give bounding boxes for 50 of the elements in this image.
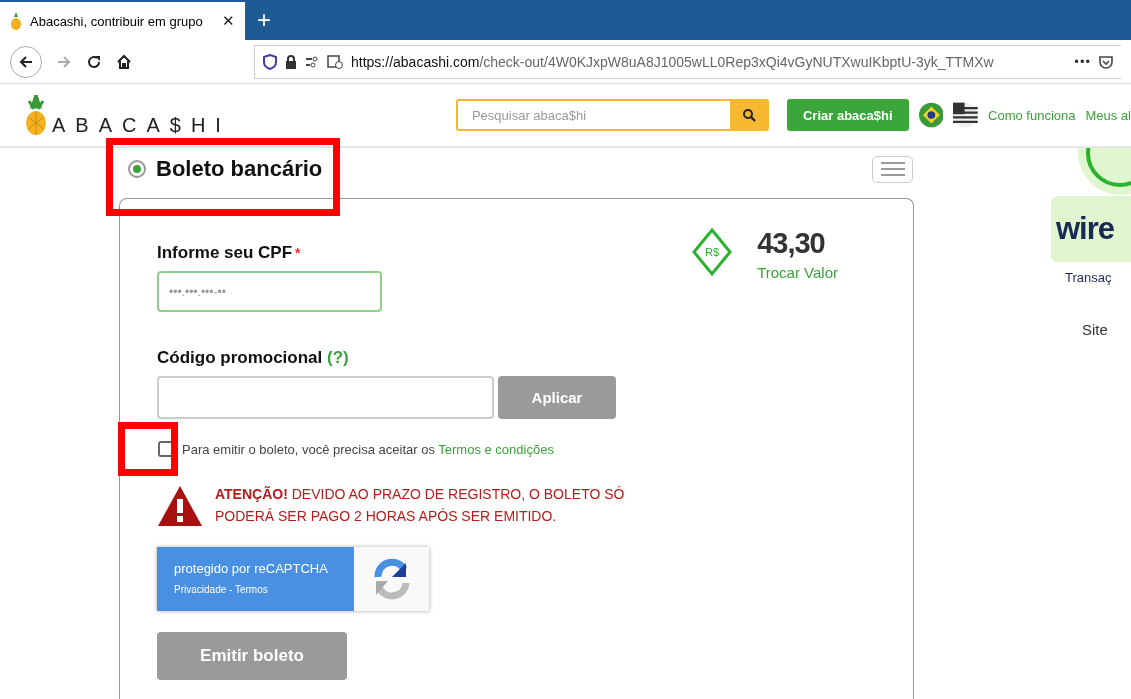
cpf-field[interactable]: •••.•••.•••-••: [157, 271, 382, 312]
field-label: Informe seu CPF: [157, 243, 293, 262]
help-link[interactable]: (?): [327, 348, 349, 367]
browser-tab[interactable]: Abacashi, contribuir em grupo ✕: [0, 2, 245, 40]
recaptcha-links[interactable]: Privacidade - Termos: [174, 584, 354, 595]
warning-icon: [157, 485, 203, 527]
sidebar-text: Site: [1082, 321, 1109, 338]
change-value-link[interactable]: Trocar Valor: [757, 264, 838, 281]
permissions-icon: [305, 55, 319, 68]
terms-text: Para emitir o boleto, você precisa aceitar os Termos e condições: [182, 441, 554, 457]
lock-icon: [285, 54, 297, 69]
partner-logo-text: wire: [1056, 211, 1115, 247]
partner-caption: Transaç: [1065, 270, 1113, 285]
pocket-icon[interactable]: [1099, 54, 1113, 69]
terms-checkbox[interactable]: [158, 441, 174, 457]
menu-icon: [880, 162, 905, 176]
search-icon: [742, 108, 757, 122]
pineapple-icon: [10, 12, 22, 30]
address-bar[interactable]: https://abacashi.com/check-out/4W0KJxpW8uA8J1005wLL0Rep3xQi4vGyNUTXwuIKbptU-3yk_TTMXw •••: [254, 44, 1121, 79]
required-mark: *: [295, 245, 301, 261]
payment-method-title: Boleto bancário: [156, 156, 323, 182]
recaptcha-title: protegido por reCAPTCHA: [174, 561, 329, 576]
terms-link[interactable]: Termos e condições: [438, 441, 554, 457]
amount-value: 43,30: [757, 227, 825, 259]
reload-icon[interactable]: [86, 53, 102, 70]
search-field[interactable]: Pesquisar abaca$hi: [455, 99, 730, 131]
promo-code-field[interactable]: [157, 376, 494, 419]
shield-icon: [263, 53, 277, 70]
issue-boleto-button[interactable]: Emitir boleto: [157, 632, 347, 680]
currency-symbol: R$: [705, 246, 720, 258]
page-icon: [327, 54, 343, 69]
nav-link[interactable]: Como funciona: [988, 107, 1076, 123]
warning-text: ATENÇÃO! DEVIDO AO PRAZO DE REGISTRO, O BOLETO SÓ PODERÁ SER PAGO 2 HORAS APÓS SER EMITIDO.: [215, 485, 626, 526]
field-label: Código promocional: [157, 348, 323, 367]
url-text: https://abacashi.com/check-out/4W0KJxpW8uA8J1005wLL0Rep3xQi4vGyNUTXwuIKbptU-3yk_TTMXw: [351, 53, 994, 70]
radio-button[interactable]: [128, 160, 146, 178]
pineapple-logo-icon: [24, 95, 48, 135]
site-logo[interactable]: ABACA$HI: [52, 115, 231, 135]
highlight-frame: [118, 422, 178, 476]
new-tab-button[interactable]: +: [257, 6, 271, 34]
page-actions-menu[interactable]: •••: [1074, 54, 1091, 69]
create-button[interactable]: Criar abaca$hi: [786, 99, 909, 131]
nav-link[interactable]: Meus al: [1085, 107, 1131, 123]
close-tab-button[interactable]: ✕: [222, 12, 235, 30]
tab-title: Abacashi, contribuir em grupo: [30, 13, 204, 29]
search-button[interactable]: [729, 99, 769, 131]
home-icon[interactable]: [116, 53, 132, 70]
apply-button[interactable]: Aplicar: [498, 376, 616, 419]
back-arrow-icon: [18, 53, 34, 70]
menu-button[interactable]: [872, 155, 913, 183]
